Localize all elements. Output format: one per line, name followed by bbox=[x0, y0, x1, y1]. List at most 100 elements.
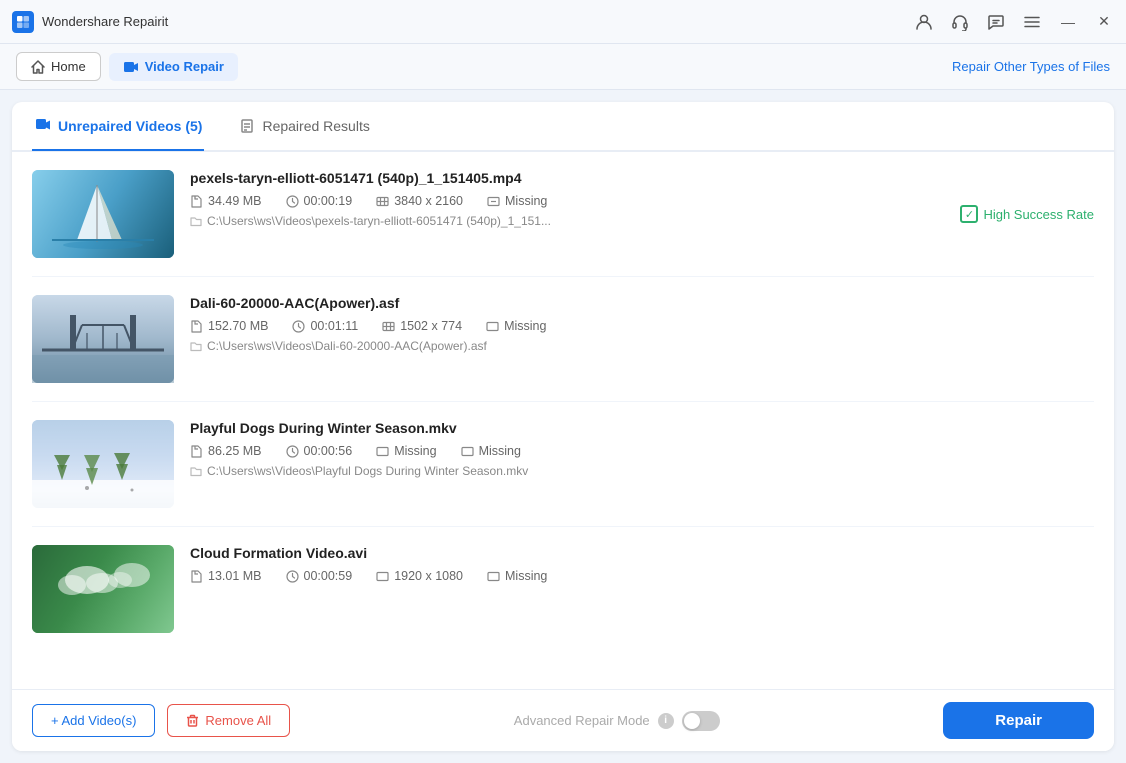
audio-icon bbox=[461, 445, 474, 458]
repair-button[interactable]: Repair bbox=[943, 702, 1094, 739]
video-info-3: Playful Dogs During Winter Season.mkv 86… bbox=[190, 420, 1094, 478]
video-thumbnail-1 bbox=[32, 170, 174, 258]
tab-repaired-label: Repaired Results bbox=[262, 118, 369, 134]
video-meta-2: 152.70 MB 00:01:11 bbox=[190, 319, 1094, 333]
audio-icon bbox=[486, 320, 499, 333]
resolution-icon bbox=[376, 445, 389, 458]
success-rate-badge: ✓ High Success Rate bbox=[960, 205, 1094, 223]
meta-resolution-3: Missing bbox=[376, 444, 436, 458]
file-icon bbox=[190, 570, 203, 583]
folder-icon bbox=[190, 340, 202, 352]
repaired-tab-icon bbox=[238, 117, 256, 135]
video-icon bbox=[123, 59, 139, 75]
nav-bar: Home Video Repair Repair Other Types of … bbox=[0, 44, 1126, 90]
video-list: pexels-taryn-elliott-6051471 (540p)_1_15… bbox=[12, 152, 1114, 689]
meta-audio-4: Missing bbox=[487, 569, 547, 583]
headset-icon[interactable] bbox=[950, 12, 970, 32]
table-row: Cloud Formation Video.avi 13.01 MB bbox=[32, 527, 1094, 643]
minimize-button[interactable]: — bbox=[1058, 12, 1078, 32]
meta-audio-3: Missing bbox=[461, 444, 521, 458]
meta-audio-2: Missing bbox=[486, 319, 546, 333]
chat-icon[interactable] bbox=[986, 12, 1006, 32]
app-title: Wondershare Repairit bbox=[42, 14, 168, 29]
meta-resolution-4: 1920 x 1080 bbox=[376, 569, 463, 583]
file-icon bbox=[190, 320, 203, 333]
nav-left: Home Video Repair bbox=[16, 52, 238, 81]
meta-size-1: 34.49 MB bbox=[190, 194, 262, 208]
tab-unrepaired[interactable]: Unrepaired Videos (5) bbox=[32, 103, 204, 151]
resolution-icon bbox=[376, 570, 389, 583]
file-icon bbox=[190, 195, 203, 208]
meta-size-4: 13.01 MB bbox=[190, 569, 262, 583]
resolution-icon bbox=[382, 320, 395, 333]
add-video-button[interactable]: + Add Video(s) bbox=[32, 704, 155, 737]
main-content: Unrepaired Videos (5) Repaired Results bbox=[12, 102, 1114, 751]
tab-repaired[interactable]: Repaired Results bbox=[236, 103, 371, 151]
title-bar-left: Wondershare Repairit bbox=[12, 11, 168, 33]
folder-icon bbox=[190, 215, 202, 227]
video-path-3: C:\Users\ws\Videos\Playful Dogs During W… bbox=[190, 464, 1094, 478]
video-info-4: Cloud Formation Video.avi 13.01 MB bbox=[190, 545, 1094, 589]
bottom-left: + Add Video(s) Remove All bbox=[32, 704, 290, 737]
meta-resolution-2: 1502 x 774 bbox=[382, 319, 462, 333]
video-title-3: Playful Dogs During Winter Season.mkv bbox=[190, 420, 1094, 436]
title-bar: Wondershare Repairit bbox=[0, 0, 1126, 44]
menu-icon[interactable] bbox=[1022, 12, 1042, 32]
video-thumbnail-2 bbox=[32, 295, 174, 383]
meta-audio-1: Missing bbox=[487, 194, 547, 208]
video-path-1: C:\Users\ws\Videos\pexels-taryn-elliott-… bbox=[190, 214, 1094, 228]
home-icon bbox=[31, 60, 45, 74]
video-title-1: pexels-taryn-elliott-6051471 (540p)_1_15… bbox=[190, 170, 1094, 186]
audio-icon bbox=[487, 195, 500, 208]
close-button[interactable]: ✕ bbox=[1094, 12, 1114, 32]
table-row: pexels-taryn-elliott-6051471 (540p)_1_15… bbox=[32, 152, 1094, 277]
video-meta-3: 86.25 MB 00:00:56 Missing bbox=[190, 444, 1094, 458]
meta-size-2: 152.70 MB bbox=[190, 319, 268, 333]
video-info-1: pexels-taryn-elliott-6051471 (540p)_1_15… bbox=[190, 170, 1094, 228]
repair-other-link[interactable]: Repair Other Types of Files bbox=[952, 59, 1110, 74]
video-thumbnail-3 bbox=[32, 420, 174, 508]
remove-all-label: Remove All bbox=[205, 713, 271, 728]
info-icon[interactable]: i bbox=[658, 713, 674, 729]
title-bar-controls: — ✕ bbox=[914, 12, 1114, 32]
video-repair-tab[interactable]: Video Repair bbox=[109, 53, 238, 81]
bottom-bar: + Add Video(s) Remove All Advanced Repai… bbox=[12, 689, 1114, 751]
table-row: Dali-60-20000-AAC(Apower).asf 152.70 MB bbox=[32, 277, 1094, 402]
meta-resolution-1: 3840 x 2160 bbox=[376, 194, 463, 208]
trash-icon bbox=[186, 714, 199, 727]
meta-duration-4: 00:00:59 bbox=[286, 569, 353, 583]
success-icon: ✓ bbox=[960, 205, 978, 223]
table-row: Playful Dogs During Winter Season.mkv 86… bbox=[32, 402, 1094, 527]
home-label: Home bbox=[51, 59, 86, 74]
video-meta-4: 13.01 MB 00:00:59 1920 x 1080 bbox=[190, 569, 1094, 583]
resolution-icon bbox=[376, 195, 389, 208]
video-thumbnail-4 bbox=[32, 545, 174, 633]
video-title-4: Cloud Formation Video.avi bbox=[190, 545, 1094, 561]
advanced-mode-label: Advanced Repair Mode bbox=[514, 713, 650, 728]
tabs-row: Unrepaired Videos (5) Repaired Results bbox=[12, 102, 1114, 152]
remove-all-button[interactable]: Remove All bbox=[167, 704, 290, 737]
bottom-center: Advanced Repair Mode i bbox=[514, 711, 720, 731]
clock-icon bbox=[286, 195, 299, 208]
video-info-2: Dali-60-20000-AAC(Apower).asf 152.70 MB bbox=[190, 295, 1094, 353]
app-icon bbox=[12, 11, 34, 33]
video-title-2: Dali-60-20000-AAC(Apower).asf bbox=[190, 295, 1094, 311]
video-repair-label: Video Repair bbox=[145, 59, 224, 74]
success-rate-label: High Success Rate bbox=[983, 207, 1094, 222]
file-icon bbox=[190, 445, 203, 458]
video-meta-1: 34.49 MB 00:00:19 bbox=[190, 194, 1094, 208]
clock-icon bbox=[286, 570, 299, 583]
home-button[interactable]: Home bbox=[16, 52, 101, 81]
audio-icon bbox=[487, 570, 500, 583]
meta-duration-3: 00:00:56 bbox=[286, 444, 353, 458]
meta-duration-2: 00:01:11 bbox=[292, 319, 358, 333]
video-path-2: C:\Users\ws\Videos\Dali-60-20000-AAC(Apo… bbox=[190, 339, 1094, 353]
advanced-mode-toggle[interactable] bbox=[682, 711, 720, 731]
meta-size-3: 86.25 MB bbox=[190, 444, 262, 458]
meta-duration-1: 00:00:19 bbox=[286, 194, 353, 208]
clock-icon bbox=[286, 445, 299, 458]
clock-icon bbox=[292, 320, 305, 333]
user-icon[interactable] bbox=[914, 12, 934, 32]
folder-icon bbox=[190, 465, 202, 477]
unrepaired-tab-icon bbox=[34, 117, 52, 135]
